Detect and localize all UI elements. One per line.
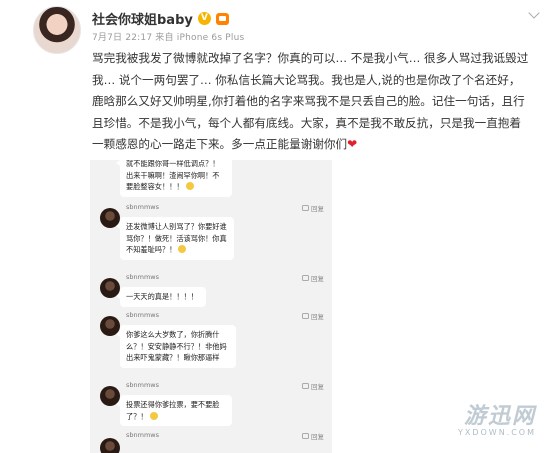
post-body-text: 骂完我被我发了微博就改掉了名字？你真的可以… 不是我小气… 很多人骂过我诋毁过我… — [92, 51, 529, 151]
reply-button[interactable]: 回复 — [302, 203, 324, 213]
comment-icon — [302, 433, 309, 439]
reply-label: 回复 — [311, 433, 324, 441]
commenter-name[interactable]: sbnmmws — [126, 381, 159, 389]
emoji-icon — [178, 245, 187, 253]
watermark: 游迅网 YXDOWN.COM — [458, 398, 536, 437]
post-header: 社会你球姐baby V — [92, 9, 229, 28]
reply-button[interactable]: 回复 — [302, 311, 324, 321]
verified-icon: V — [197, 12, 211, 25]
comment-bubble: 你爹这么大岁数了，你折腾什么？！安安静静不行？！非他妈出来吓鬼蒙藏？！瞅你那逼样 — [116, 325, 236, 368]
comment-icon — [302, 275, 309, 281]
member-level-icon — [215, 12, 229, 25]
reply-button[interactable]: 回复 — [302, 431, 324, 441]
reply-label: 回复 — [311, 205, 324, 213]
chevron-down-icon[interactable] — [528, 7, 540, 19]
comment-icon — [302, 383, 309, 389]
username[interactable]: 社会你球姐baby — [92, 9, 193, 28]
comment-bubble: 还发微博让人别骂了？你要好谁骂你？！做死！活该骂你！你真不知羞耻吗？！ — [116, 217, 234, 260]
watermark-domain: YXDOWN.COM — [457, 428, 536, 437]
watermark-logo: 游迅网 — [463, 404, 536, 429]
comment-text: 还发微博让人别骂了？你要好谁骂你？！做死！活该骂你！你真不知羞耻吗？！ — [126, 222, 227, 254]
emoji-icon — [185, 182, 194, 190]
commenter-name[interactable]: sbnmmws — [126, 311, 159, 319]
comment-icon — [302, 313, 309, 319]
reply-button[interactable]: 回复 — [302, 381, 324, 391]
comment-text: 一天天的真是！！！！ — [126, 292, 198, 301]
commenter-name[interactable]: sbnmmws — [126, 203, 159, 211]
comment-text: 就不能跟你哥一样低调点？！出来干嘛啊！渣闹罕你啊！不要脸整容女！！！ — [126, 160, 220, 191]
emoji-icon — [149, 411, 158, 420]
reply-label: 回复 — [311, 275, 324, 283]
comment-text: 投票还得你爹拉票，要不要脸了？！ — [126, 400, 220, 421]
post-body: 骂完我被我发了微博就改掉了名字？你真的可以… 不是我小气… 很多人骂过我诋毁过我… — [92, 48, 530, 156]
comment-bubble: 投票还得你爹拉票，要不要脸了？！ — [116, 395, 232, 426]
commenter-name[interactable]: sbnmmws — [126, 273, 159, 281]
reply-button[interactable]: 回复 — [302, 273, 324, 283]
commenter-avatar[interactable] — [100, 438, 120, 453]
comment-text: 你爹这么大岁数了，你折腾什么？！安安静静不行？！非他妈出来吓鬼蒙藏？！瞅你那逼样 — [126, 330, 227, 362]
comment-bubble: 就不能跟你哥一样低调点？！出来干嘛啊！渣闹罕你啊！不要脸整容女！！！ — [116, 160, 232, 197]
heart-icon: ❤ — [347, 137, 358, 151]
comments-screenshot: 就不能跟你哥一样低调点？！出来干嘛啊！渣闹罕你啊！不要脸整容女！！！ sbnmm… — [90, 160, 332, 453]
reply-label: 回复 — [311, 313, 324, 321]
reply-label: 回复 — [311, 383, 324, 391]
comment-bubble: 一天天的真是！！！！ — [116, 287, 206, 307]
commenter-name[interactable]: sbnmmws — [126, 431, 159, 439]
avatar[interactable] — [33, 6, 81, 54]
post-meta: 7月7日 22:17 来自 iPhone 6s Plus — [92, 33, 245, 43]
comment-icon — [302, 205, 309, 211]
